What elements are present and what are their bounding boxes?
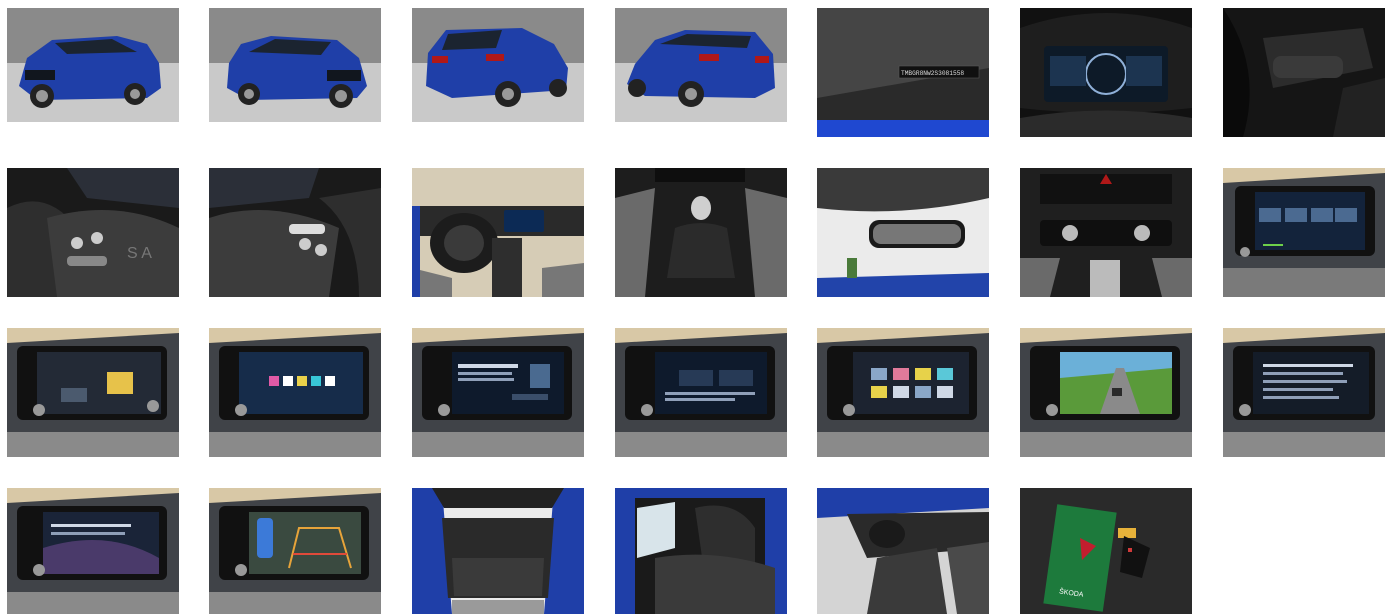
photo-thumbnail[interactable] <box>1223 168 1385 297</box>
photo-thumbnail[interactable] <box>1223 8 1385 137</box>
steering-stalk-image <box>1223 8 1385 137</box>
photo-thumbnail[interactable] <box>412 8 584 122</box>
photo-thumbnail[interactable] <box>412 168 584 297</box>
infotainment-settings-image <box>1223 328 1385 457</box>
car-front-right-image <box>209 8 381 122</box>
photo-thumbnail[interactable] <box>1020 8 1192 137</box>
vin-text: TMBGR8NW2S3081558 <box>901 70 964 77</box>
photo-thumbnail[interactable] <box>7 488 179 614</box>
parking-camera-image <box>209 488 381 614</box>
infotainment-service-image <box>7 488 179 614</box>
infotainment-connect-image <box>615 328 787 457</box>
photo-thumbnail[interactable] <box>412 488 584 614</box>
photo-thumbnail[interactable] <box>7 8 179 122</box>
photo-thumbnail[interactable] <box>615 8 787 122</box>
rear-view-mirror-image <box>817 168 989 297</box>
photo-thumbnail[interactable] <box>615 488 787 614</box>
photo-thumbnail[interactable] <box>1020 168 1192 297</box>
photo-thumbnail[interactable] <box>412 328 584 457</box>
steering-wheel-right-image <box>209 168 381 297</box>
svg-text:S A: S A <box>127 245 152 262</box>
car-front-left-image <box>7 8 179 122</box>
photo-thumbnail[interactable] <box>817 328 989 457</box>
car-rear-left-image <box>412 8 584 122</box>
photo-thumbnail[interactable] <box>817 168 989 297</box>
trunk-image <box>412 488 584 614</box>
steering-wheel-left-image: S A <box>7 168 179 297</box>
photo-thumbnail[interactable] <box>209 328 381 457</box>
photo-thumbnail[interactable]: TMBGR8NW2S3081558 <box>817 8 989 137</box>
climate-control-image <box>1020 168 1192 297</box>
front-seats-image <box>817 488 989 614</box>
photo-thumbnail[interactable] <box>1223 328 1385 457</box>
infotainment-menu-image <box>209 328 381 457</box>
infotainment-home-image <box>1223 168 1385 297</box>
photo-thumbnail[interactable] <box>209 488 381 614</box>
infotainment-phone-image <box>412 328 584 457</box>
infotainment-apps-image <box>817 328 989 457</box>
rear-seats-image <box>615 488 787 614</box>
photo-thumbnail[interactable]: S A <box>7 168 179 297</box>
photo-thumbnail[interactable] <box>7 328 179 457</box>
photo-thumbnail[interactable] <box>1020 328 1192 457</box>
manuals-keys-image: ŠKODA <box>1020 488 1192 614</box>
vin-windshield-image: TMBGR8NW2S3081558 <box>817 8 989 137</box>
gear-shifter-image <box>615 168 787 297</box>
photo-gallery: TMBGR8NW2S3081558 S A ŠKODA <box>0 0 1385 614</box>
infotainment-navigation-image <box>1020 328 1192 457</box>
photo-thumbnail[interactable] <box>615 168 787 297</box>
instrument-cluster-image <box>1020 8 1192 137</box>
infotainment-menu-image <box>7 328 179 457</box>
photo-thumbnail[interactable] <box>209 168 381 297</box>
photo-thumbnail[interactable]: ŠKODA <box>1020 488 1192 614</box>
photo-thumbnail[interactable] <box>615 328 787 457</box>
dashboard-overview-image <box>412 168 584 297</box>
photo-thumbnail[interactable] <box>817 488 989 614</box>
car-rear-right-image <box>615 8 787 122</box>
photo-thumbnail[interactable] <box>209 8 381 122</box>
